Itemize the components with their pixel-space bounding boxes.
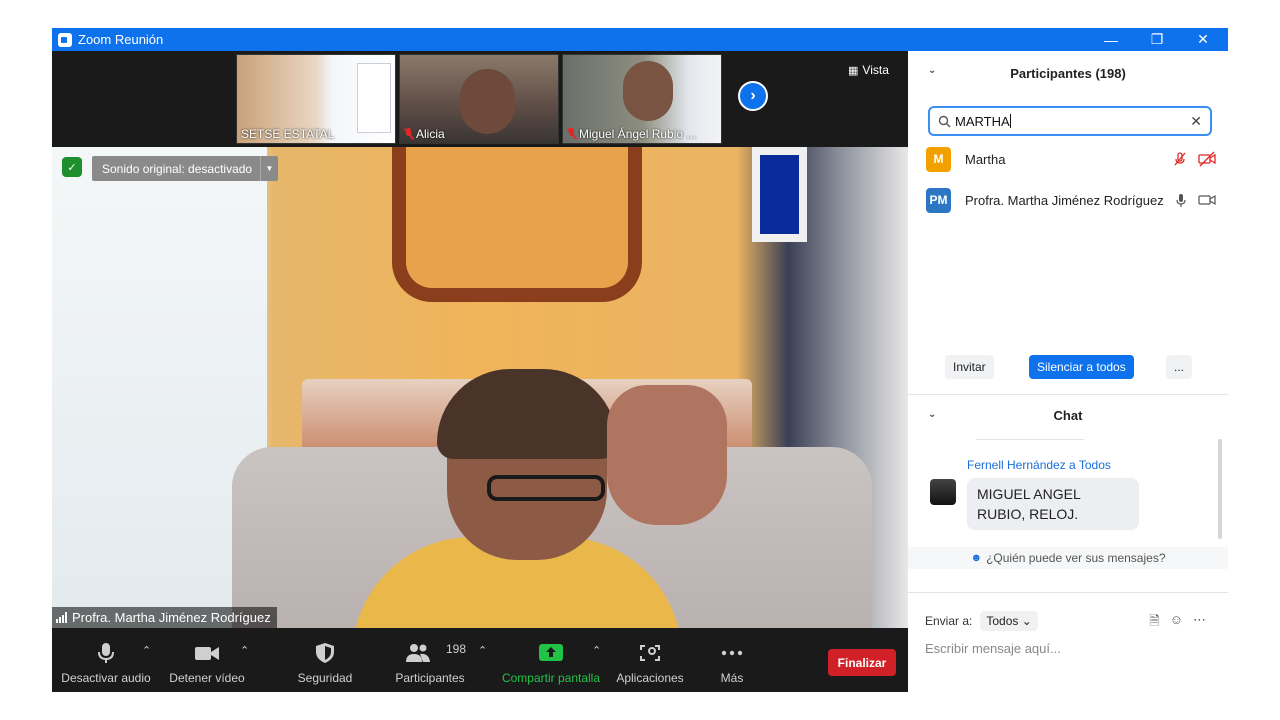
share-screen-button[interactable]: Compartir pantalla (498, 628, 604, 692)
next-page-button[interactable]: › (738, 81, 768, 111)
thumbnail-label: Miguel Ángel Rubio ... (567, 127, 696, 141)
participant-search-input[interactable]: MARTHA ✕ (928, 106, 1212, 136)
end-meeting-button[interactable]: Finalizar (828, 649, 896, 676)
file-icon[interactable]: 🗎 (1149, 612, 1159, 634)
emoji-icon[interactable]: ☺ (1170, 612, 1183, 634)
user-icon: ☻ (970, 552, 983, 564)
participant-face (460, 69, 515, 134)
zoom-app-icon (58, 32, 72, 47)
speaker-name-label: Profra. Martha Jiménez Rodríguez (52, 607, 277, 628)
restore-button[interactable]: ❐ (1134, 28, 1180, 51)
thumbnail-label: SETSE ESTATAL (241, 127, 335, 141)
chat-separator (976, 439, 1084, 440)
clear-search-icon[interactable]: ✕ (1190, 113, 1202, 130)
more-icon (721, 650, 743, 656)
chat-message-sender[interactable]: Fernell Hernández a Todos (967, 458, 1111, 472)
chat-message-bubble: MIGUEL ANGEL RUBIO, RELOJ. (967, 478, 1139, 530)
chevron-down-icon[interactable]: ▼ (260, 156, 278, 181)
zoom-window: Zoom Reunión — ❐ ✕ SETSE ESTATAL Alicia … (52, 28, 1228, 692)
avatar (930, 479, 956, 505)
participant-thumbnail[interactable]: Miguel Ángel Rubio ... (562, 54, 722, 144)
participant-face (623, 61, 673, 121)
chat-tools: 🗎 ☺ ⋯ (1149, 612, 1206, 634)
invite-button[interactable]: Invitar (945, 355, 994, 379)
participant-row[interactable]: PM Profra. Martha Jiménez Rodríguez (926, 187, 1216, 213)
speaker-hand (607, 385, 727, 525)
side-panel: ⌄ Participantes (198) MARTHA ✕ M Martha … (908, 51, 1228, 692)
avatar: M (926, 146, 951, 172)
video-camera-icon (195, 647, 219, 660)
signal-strength-icon (56, 612, 67, 623)
view-button[interactable]: ▦ Vista (848, 63, 889, 77)
title-bar: Zoom Reunión — ❐ ✕ (52, 28, 1228, 51)
mute-all-button[interactable]: Silenciar a todos (1029, 355, 1134, 379)
minimize-button[interactable]: — (1088, 28, 1134, 51)
mic-muted-icon[interactable] (1172, 151, 1188, 167)
participant-thumbnail[interactable]: SETSE ESTATAL (236, 54, 396, 144)
participants-button[interactable]: 198 Participantes (388, 628, 472, 692)
audio-options-caret[interactable]: ⌃ (142, 644, 151, 657)
who-can-see-messages[interactable]: ☻ ¿Quién puede ver sus mensajes? (908, 547, 1228, 569)
background-window (752, 147, 807, 242)
grid-icon: ▦ (848, 64, 859, 77)
shield-icon (316, 643, 334, 663)
shared-screen-preview (357, 63, 391, 133)
more-button[interactable]: Más (712, 628, 752, 692)
panel-divider (908, 592, 1228, 593)
video-camera-icon[interactable] (1198, 192, 1216, 208)
text-cursor (1009, 114, 1011, 128)
close-window-button[interactable]: ✕ (1180, 28, 1226, 51)
background-mirror (392, 147, 642, 302)
chevron-down-icon: ⌄ (1021, 614, 1032, 628)
participants-icon (406, 644, 431, 662)
mic-muted-icon (567, 128, 576, 140)
active-speaker-video: ✓ Sonido original: desactivado ▼ Profra.… (52, 147, 908, 628)
chevron-down-icon[interactable]: ⌄ (928, 65, 936, 76)
apps-icon (640, 645, 660, 661)
chevron-down-icon[interactable]: ⌄ (928, 409, 936, 420)
video-options-caret[interactable]: ⌃ (240, 644, 249, 657)
chat-scrollbar[interactable] (1218, 439, 1222, 539)
recipient-dropdown[interactable]: Todos ⌄ (980, 611, 1038, 631)
chat-message-input[interactable]: Escribir mensaje aquí... (925, 641, 1061, 656)
search-icon (938, 115, 951, 127)
encryption-shield-icon[interactable]: ✓ (62, 157, 82, 177)
avatar: PM (926, 187, 951, 213)
more-icon[interactable]: ⋯ (1193, 612, 1206, 634)
mic-muted-icon (404, 128, 413, 140)
meeting-toolbar: Desactivar audio ⌃ Detener vídeo ⌃ Segur… (52, 628, 908, 692)
stop-video-button[interactable]: Detener vídeo (164, 628, 250, 692)
send-to-selector: Enviar a: Todos ⌄ (925, 611, 1038, 631)
video-off-icon[interactable] (1198, 151, 1216, 167)
thumbnail-strip: SETSE ESTATAL Alicia Miguel Ángel Rubio … (52, 51, 908, 147)
chat-header: ⌄ Chat (928, 407, 1083, 423)
mute-audio-button[interactable]: Desactivar audio (58, 628, 154, 692)
microphone-icon[interactable] (1174, 192, 1188, 208)
share-options-caret[interactable]: ⌃ (592, 644, 601, 657)
share-screen-icon (539, 644, 563, 661)
thumbnail-label: Alicia (404, 127, 445, 141)
speaker-glasses (487, 475, 605, 501)
participants-options-caret[interactable]: ⌃ (478, 644, 487, 657)
security-button[interactable]: Seguridad (288, 628, 362, 692)
more-options-button[interactable]: ... (1166, 355, 1193, 379)
participants-header: ⌄ Participantes (198) (928, 65, 1126, 81)
video-area: SETSE ESTATAL Alicia Miguel Ángel Rubio … (52, 51, 908, 692)
original-sound-toggle[interactable]: Sonido original: desactivado ▼ (92, 156, 278, 181)
apps-button[interactable]: Aplicaciones (612, 628, 688, 692)
participant-row[interactable]: M Martha (926, 146, 1216, 172)
microphone-icon (98, 643, 114, 663)
participant-thumbnail[interactable]: Alicia (399, 54, 559, 144)
window-title: Zoom Reunión (78, 32, 164, 47)
